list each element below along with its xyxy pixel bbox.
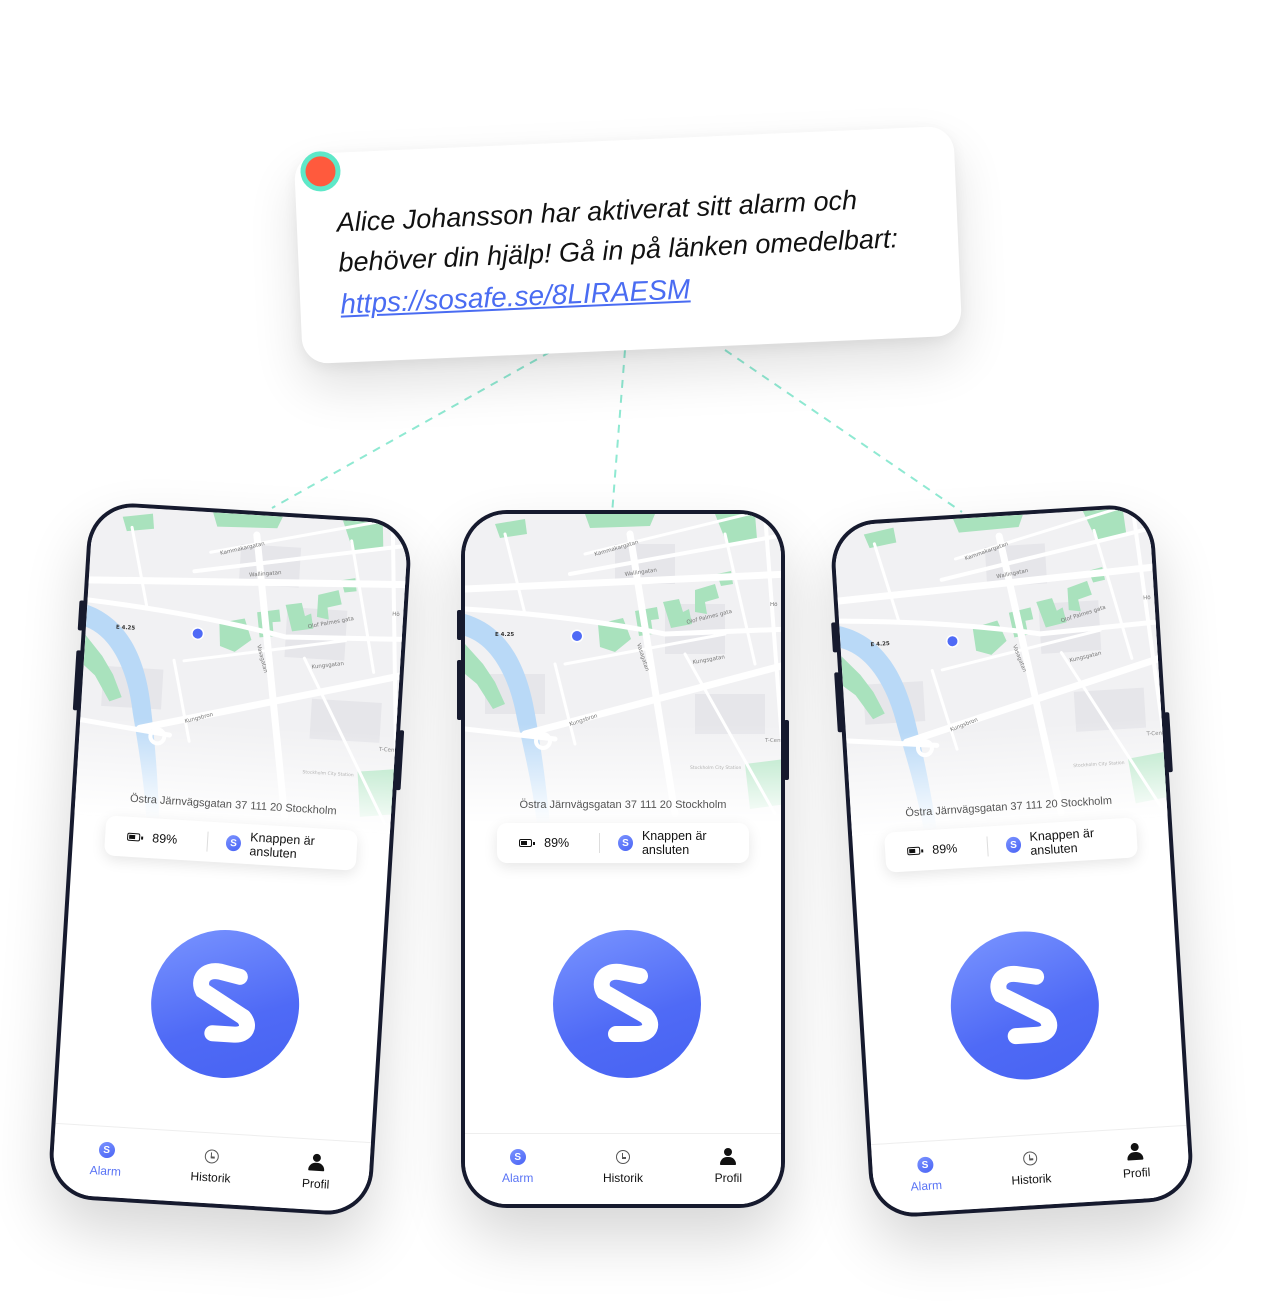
tab-label: Historik [190,1169,231,1186]
tab-alarm[interactable]: S Alarm [478,1147,558,1185]
map-label: Hö [1143,595,1151,601]
person-icon [1127,1143,1144,1162]
sosafe-logo-icon [193,963,255,1043]
sosafe-logo-icon: S [618,835,633,851]
sosafe-logo-icon: S [1005,836,1022,854]
status-divider [206,831,209,852]
phone-screen: Kammakargatan Wallingatan Olof Palmes ga… [465,514,781,1204]
tab-label: Alarm [501,1171,534,1185]
tab-label: Profil [1122,1165,1151,1181]
battery-icon [906,846,921,856]
sosafe-logo-icon: S [509,1149,526,1165]
tab-label: Profil [714,1171,742,1185]
phone-side-button [77,600,85,631]
tab-label: Historik [602,1171,643,1185]
map-label: E 4.25 [870,641,890,648]
clock-history-icon [204,1149,220,1164]
map-view[interactable]: Kammakargatan Wallingatan Olof Palmes ga… [833,506,1176,836]
sos-alarm-button[interactable] [146,925,304,1083]
tab-label: Alarm [89,1163,122,1179]
map-view[interactable]: Kammakargatan Wallingatan Olof Palmes ga… [74,504,409,835]
tab-bar: S Alarm Historik Profil [51,1122,371,1214]
phone-1: Kammakargatan Wallingatan Olof Palmes ga… [46,500,414,1218]
person-icon [308,1153,325,1172]
tab-historik[interactable]: Historik [990,1146,1072,1189]
sosafe-logo-icon [990,965,1058,1045]
clock-history-icon [615,1150,630,1164]
person-icon [720,1148,737,1166]
clock-history-icon [1022,1151,1038,1166]
status-card: 89% S Knappen är ansluten [497,823,749,863]
tab-profil[interactable]: Profil [275,1150,357,1193]
tab-label: Historik [1011,1171,1052,1188]
phone-3: Kammakargatan Wallingatan Olof Palmes ga… [828,502,1196,1220]
location-dot-icon [572,631,582,641]
sos-alarm-button[interactable] [946,927,1104,1084]
phone-2: Kammakargatan Wallingatan Olof Palmes ga… [457,510,789,1208]
map-label: E 4.25 [495,632,514,638]
battery-icon [519,839,536,847]
notification-message: Alice Johansson har aktiverat sitt alarm… [336,177,941,325]
battery-percent: 89% [931,841,958,857]
connection-status: Knappen är ansluten [641,829,707,857]
sos-alarm-button[interactable] [553,930,701,1078]
tab-historik[interactable]: Historik [170,1144,252,1187]
tab-profil[interactable]: Profil [1095,1140,1177,1183]
tab-bar: S Alarm Historik Profil [465,1133,781,1204]
status-divider [599,833,601,853]
sosafe-logo-icon [593,963,659,1042]
map-label: E 4.25 [116,625,136,632]
phone-screen: Kammakargatan Wallingatan Olof Palmes ga… [51,504,409,1214]
map-view[interactable]: Kammakargatan Wallingatan Olof Palmes ga… [465,514,781,824]
sosafe-logo-icon: S [225,834,242,852]
map-label: Hö [392,611,400,617]
connection-status: Knappen är ansluten [1029,825,1095,858]
tab-alarm[interactable]: S Alarm [65,1138,147,1181]
tab-bar: S Alarm Historik Profil [871,1124,1191,1216]
tab-label: Alarm [910,1177,943,1194]
phone-side-button [457,660,462,720]
battery-percent: 89% [544,836,570,850]
phone-screen: Kammakargatan Wallingatan Olof Palmes ga… [833,506,1191,1216]
sosafe-logo-icon: S [98,1141,116,1159]
phone-side-button [831,622,838,653]
battery-icon [126,832,141,842]
address-label: Östra Järnvägsgatan 37 111 20 Stockholm [519,799,727,811]
sosafe-logo-icon: S [916,1156,934,1174]
map-label: Hö [770,602,778,608]
battery-percent: 89% [151,831,178,847]
status-divider [986,836,989,857]
notification-card: Alice Johansson har aktiverat sitt alarm… [293,125,963,365]
tab-label: Profil [301,1176,330,1192]
connection-status: Knappen är ansluten [249,830,316,862]
tab-profil[interactable]: Profil [688,1147,768,1185]
tab-alarm[interactable]: S Alarm [885,1152,967,1195]
tab-historik[interactable]: Historik [583,1147,663,1185]
phone-side-button [784,720,789,780]
phone-side-button [457,610,462,640]
